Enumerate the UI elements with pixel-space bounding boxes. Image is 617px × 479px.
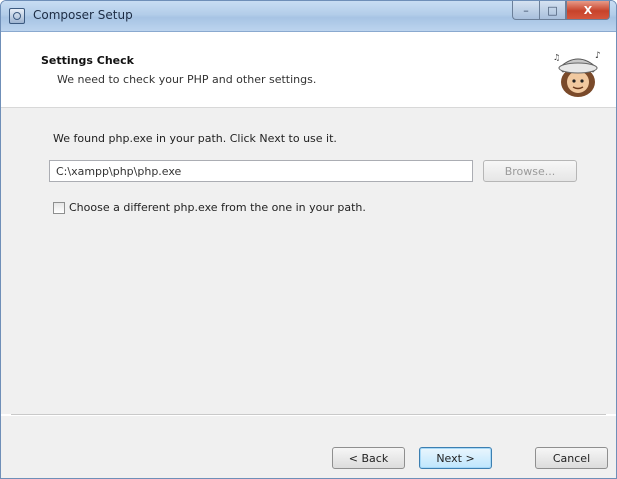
minimize-icon: –: [523, 3, 529, 17]
choose-different-php-checkbox[interactable]: [53, 201, 65, 214]
maximize-button[interactable]: □: [539, 1, 566, 20]
browse-button[interactable]: Browse...: [483, 160, 577, 182]
settings-panel: We found php.exe in your path. Click Nex…: [1, 108, 616, 414]
svg-text:♫: ♫: [553, 53, 560, 62]
title-bar[interactable]: Composer Setup – □ X: [1, 1, 616, 32]
composer-installer-icon: [9, 8, 25, 24]
php-path-input[interactable]: [49, 160, 473, 182]
close-icon: X: [583, 3, 593, 17]
close-button[interactable]: X: [566, 1, 610, 20]
page-subtitle: We need to check your PHP and other sett…: [57, 73, 317, 86]
wizard-footer: < Back Next > Cancel: [1, 416, 616, 478]
choose-different-php-label[interactable]: Choose a different php.exe from the one …: [69, 201, 366, 214]
found-php-message: We found php.exe in your path. Click Nex…: [53, 132, 337, 145]
next-button[interactable]: Next >: [419, 447, 492, 469]
maximize-icon: □: [547, 3, 558, 17]
page-title: Settings Check: [41, 54, 134, 67]
cancel-button[interactable]: Cancel: [535, 447, 608, 469]
installer-window: Composer Setup – □ X Settings Check We n…: [0, 0, 617, 479]
wizard-header: Settings Check We need to check your PHP…: [1, 32, 616, 108]
window-title: Composer Setup: [33, 8, 133, 22]
composer-conductor-logo: ♪ ♫: [553, 51, 601, 97]
svg-text:♪: ♪: [595, 51, 601, 61]
back-button[interactable]: < Back: [332, 447, 405, 469]
minimize-button[interactable]: –: [512, 1, 539, 20]
choose-different-php-option[interactable]: Choose a different php.exe from the one …: [53, 201, 366, 214]
caption-buttons: – □ X: [512, 1, 610, 21]
